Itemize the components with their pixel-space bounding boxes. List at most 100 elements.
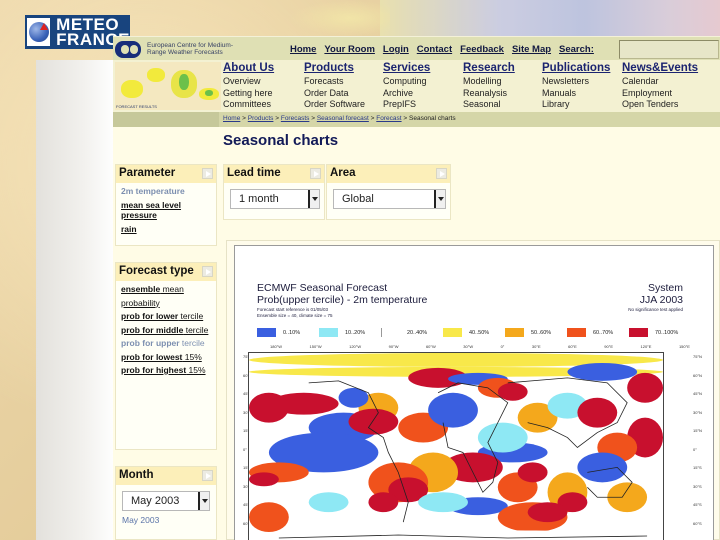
forecast-type-middle-tercile[interactable]: prob for middle tercile	[121, 325, 211, 336]
menu-item[interactable]: Archive	[383, 88, 430, 100]
legend-swatch	[629, 328, 648, 337]
parameter-2m-temperature[interactable]: 2m temperature	[121, 186, 211, 197]
expand-arrow-icon[interactable]	[436, 168, 447, 179]
search-input[interactable]	[619, 40, 719, 59]
breadcrumb-separator: >	[401, 115, 409, 122]
dropdown-arrow-icon[interactable]	[198, 492, 209, 510]
breadcrumb-separator: >	[309, 115, 317, 122]
legend-label: 40..50%	[469, 329, 490, 336]
breadcrumb-forecast[interactable]: Forecast	[376, 115, 401, 122]
menu-item[interactable]: Order Data	[304, 88, 365, 100]
lead-time-selected-value: 1 month	[239, 193, 279, 205]
menu-item[interactable]: Overview	[223, 76, 274, 88]
legend-swatch	[505, 328, 524, 337]
probability-map	[248, 352, 664, 540]
map-probability-region	[368, 492, 399, 513]
lead-time-select[interactable]: 1 month	[230, 189, 320, 209]
menu-head-services[interactable]: Services	[383, 62, 430, 75]
nav-your-room-link[interactable]: Your Room	[324, 44, 375, 55]
lead-time-panel-header: Lead time	[224, 165, 324, 183]
parameter-mean-sea-level-pressure[interactable]: mean sea level pressure	[121, 200, 211, 221]
expand-arrow-icon[interactable]	[202, 266, 213, 277]
forecast-type-lowest-15[interactable]: prob for lowest 15%	[121, 352, 211, 363]
menu-item[interactable]: PrepIFS	[383, 99, 430, 111]
latitude-tick-label: 0°	[693, 446, 697, 452]
breadcrumb-home[interactable]: Home	[223, 115, 240, 122]
menu-head-products[interactable]: Products	[304, 62, 365, 75]
menu-item[interactable]: Calendar	[622, 76, 698, 88]
menu-item[interactable]: Open Tenders	[622, 99, 698, 111]
expand-arrow-icon[interactable]	[310, 168, 321, 179]
forecast-type-upper-tercile[interactable]: prob for upper tercile	[121, 338, 211, 349]
menu-item[interactable]: Newsletters	[542, 76, 610, 88]
latitude-tick-label: 30°N	[693, 409, 702, 415]
forecast-type-title: Forecast type	[119, 265, 194, 277]
longitude-tick-label: 0°	[500, 344, 505, 349]
nav-home-link[interactable]: Home	[290, 44, 316, 55]
longitude-tick-label: 60°W	[425, 344, 436, 349]
map-probability-region	[527, 502, 568, 523]
menu-item[interactable]: Committees	[223, 99, 274, 111]
menu-item[interactable]: Library	[542, 99, 610, 111]
forecast-type-highest-15[interactable]: prob for highest 15%	[121, 365, 211, 376]
dropdown-arrow-icon[interactable]	[434, 190, 445, 208]
breadcrumb-separator: >	[240, 115, 248, 122]
breadcrumb-forecasts[interactable]: Forecasts	[281, 115, 310, 122]
legend-label: 20..40%	[407, 329, 428, 336]
chart-info-start: Forecast start reference is 01/05/03	[257, 307, 329, 312]
legend-item: 60..70%	[567, 328, 629, 337]
legend-swatch	[381, 328, 400, 337]
expand-arrow-icon[interactable]	[202, 470, 213, 481]
forecast-type-probability[interactable]: probability	[121, 298, 211, 309]
menu-item[interactable]: Reanalysis	[463, 88, 515, 100]
menu-services: Services Computing Archive PrepIFS	[383, 62, 430, 111]
lead-time-title: Lead time	[227, 167, 281, 179]
breadcrumb-seasonal-forecast[interactable]: Seasonal forecast	[317, 115, 369, 122]
area-select[interactable]: Global	[333, 189, 446, 209]
legend-swatch	[567, 328, 586, 337]
seasonal-forecast-chart[interactable]: ECMWF Seasonal Forecast Prob(upper terci…	[234, 245, 714, 540]
menu-item[interactable]: Manuals	[542, 88, 610, 100]
nav-site-map-link[interactable]: Site Map	[512, 44, 551, 55]
breadcrumb-separator: >	[273, 115, 281, 122]
nav-contact-link[interactable]: Contact	[417, 44, 452, 55]
menu-item[interactable]: Seasonal	[463, 99, 515, 111]
forecast-thumbnail-map[interactable]: FORECAST RESULTS	[115, 62, 221, 110]
menu-head-about-us[interactable]: About Us	[223, 62, 274, 75]
latitude-tick-label: 15°N	[693, 428, 702, 433]
forecast-type-lower-tercile[interactable]: prob for lower tercile	[121, 311, 211, 322]
menu-item[interactable]: Forecasts	[304, 76, 365, 88]
menu-head-news-events[interactable]: News&Events	[622, 62, 698, 75]
menu-item[interactable]: Order Software	[304, 99, 365, 111]
ecmwf-logo[interactable]: European Centre for Medium-Range Weather…	[115, 38, 237, 60]
map-probability-region	[577, 452, 628, 483]
month-selected-value: May 2003	[131, 495, 180, 507]
latitude-tick-label: 45°S	[693, 502, 702, 507]
expand-arrow-icon[interactable]	[202, 168, 213, 179]
breadcrumb-current: Seasonal charts	[409, 115, 456, 122]
chart-info-ensemble: Ensemble size = 40, climate size = 75	[257, 313, 333, 318]
map-probability-region	[249, 472, 279, 487]
map-probability-region	[627, 372, 663, 403]
dropdown-arrow-icon[interactable]	[308, 190, 319, 208]
menu-item[interactable]: Employment	[622, 88, 698, 100]
legend-swatch	[319, 328, 338, 337]
nav-login-link[interactable]: Login	[383, 44, 409, 55]
month-select[interactable]: May 2003	[122, 491, 210, 511]
menu-item[interactable]: Modelling	[463, 76, 515, 88]
parameter-rain[interactable]: rain	[121, 224, 211, 235]
forecast-type-ensemble-mean[interactable]: ensemble mean	[121, 284, 211, 295]
menu-news-events: News&Events Calendar Employment Open Ten…	[622, 62, 698, 111]
legend-item: 70..100%	[629, 328, 691, 337]
ecmwf-logo-icon	[115, 40, 141, 58]
longitude-tick-label: 30°W	[463, 344, 474, 349]
menu-item[interactable]: Getting here	[223, 88, 274, 100]
legend-label: 50..60%	[531, 329, 552, 336]
chart-significance-note: No significance test applied	[628, 307, 683, 312]
menu-head-publications[interactable]: Publications	[542, 62, 610, 75]
chart-title: ECMWF Seasonal Forecast	[257, 282, 388, 294]
breadcrumb-products[interactable]: Products	[248, 115, 274, 122]
menu-item[interactable]: Computing	[383, 76, 430, 88]
menu-head-research[interactable]: Research	[463, 62, 515, 75]
nav-feedback-link[interactable]: Feedback	[460, 44, 504, 55]
